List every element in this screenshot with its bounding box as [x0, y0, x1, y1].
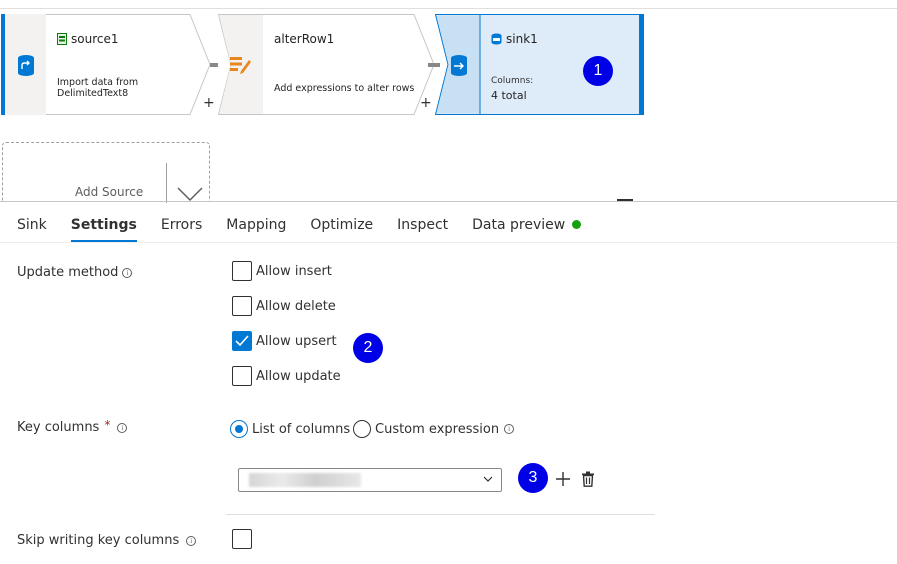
tab-errors[interactable]: Errors [161, 214, 202, 242]
list-of-columns-option[interactable]: List of columns [230, 420, 350, 438]
sink-columns: Columns: 4 total [491, 76, 533, 101]
sink-columns-value: 4 total [491, 89, 527, 102]
sink-icon-wrap [450, 54, 468, 80]
list-of-columns-radio[interactable] [230, 420, 248, 438]
source-title: source1 [57, 32, 118, 46]
alter-row-icon-wrap [230, 54, 252, 78]
key-columns-divider [226, 514, 655, 515]
step-badge-3: 3 [518, 463, 548, 493]
checkmark-icon [235, 335, 249, 347]
skip-writing-key-columns-label: Skip writing key columns i [17, 533, 197, 548]
source-desc-line1: Import data from [57, 77, 139, 88]
sink-node[interactable]: sink1 Columns: 4 total [435, 14, 646, 115]
list-of-columns-label: List of columns [252, 421, 351, 437]
required-marker: * [104, 417, 111, 432]
key-column-value-redacted [249, 473, 361, 487]
step-badge-2: 2 [353, 333, 383, 363]
source-icon-column [5, 14, 46, 115]
source-title-text: source1 [71, 32, 119, 46]
plus-icon [556, 472, 570, 486]
step-badge-1: 1 [583, 56, 613, 86]
source-desc-line2: DelimitedText8 [57, 88, 129, 99]
source-node[interactable]: source1 Import data from DelimitedText8 [1, 14, 211, 115]
info-icon[interactable]: i [122, 267, 133, 278]
chevron-down-icon [483, 476, 493, 482]
custom-expression-label: Custom expression [375, 421, 500, 437]
allow-delete-option[interactable]: Allow delete [232, 296, 336, 316]
alter-row-icon [230, 57, 251, 74]
custom-expression-radio[interactable] [353, 420, 371, 438]
add-transform-after-source[interactable]: + [203, 95, 215, 111]
delete-key-column-button[interactable] [577, 468, 599, 490]
alter-row-node[interactable]: alterRow1 Add expressions to alter rows [218, 14, 435, 115]
sink-title-text: sink1 [506, 32, 538, 46]
allow-delete-checkbox[interactable] [232, 296, 252, 316]
skip-writing-key-columns-text: Skip writing key columns [17, 533, 180, 548]
allow-update-label: Allow update [256, 368, 341, 384]
update-method-text: Update method [17, 265, 119, 280]
custom-expression-option[interactable]: Custom expression i [353, 420, 515, 438]
info-icon[interactable]: i [117, 422, 128, 433]
source-icon [17, 54, 34, 76]
allow-upsert-checkbox[interactable] [232, 331, 252, 351]
source-description: Import data from DelimitedText8 [57, 77, 138, 99]
canvas-top-border [0, 8, 897, 9]
allow-insert-label: Allow insert [256, 263, 332, 279]
tab-settings[interactable]: Settings [70, 214, 137, 242]
add-transform-after-alter[interactable]: + [420, 95, 432, 111]
dataset-icon [57, 33, 67, 45]
tab-mapping[interactable]: Mapping [226, 214, 286, 242]
update-method-label: Update method i [17, 265, 133, 280]
tab-optimize[interactable]: Optimize [310, 214, 373, 242]
sink-title: sink1 [491, 32, 538, 46]
status-dot [572, 220, 582, 229]
add-source-label: Add Source [75, 185, 144, 199]
sink-icon [451, 55, 467, 76]
alter-row-description: Add expressions to alter rows [274, 83, 415, 94]
add-key-column-button[interactable] [552, 468, 574, 490]
allow-update-checkbox[interactable] [232, 366, 252, 386]
allow-update-option[interactable]: Allow update [232, 366, 341, 386]
tab-data-preview[interactable]: Data preview [472, 214, 582, 242]
sink-columns-label: Columns: [491, 76, 534, 86]
settings-tabs: Sink Settings Errors Mapping Optimize In… [0, 214, 605, 242]
skip-writing-key-columns-option[interactable] [232, 529, 256, 549]
delete-icon [582, 471, 594, 487]
allow-upsert-label: Allow upsert [256, 333, 337, 349]
info-icon[interactable]: i [504, 424, 515, 434]
pane-resize-handle[interactable] [617, 199, 633, 201]
tab-sink[interactable]: Sink [17, 214, 47, 242]
key-columns-label: Key columns * i [17, 417, 128, 435]
add-source-box[interactable]: Add Source [2, 142, 210, 203]
allow-insert-option[interactable]: Allow insert [232, 261, 332, 281]
allow-delete-label: Allow delete [256, 298, 336, 314]
sql-icon [491, 33, 502, 45]
tab-data-preview-label: Data preview [472, 217, 566, 233]
tab-inspect[interactable]: Inspect [397, 214, 448, 242]
allow-upsert-option[interactable]: Allow upsert [232, 331, 337, 351]
alter-row-title: alterRow1 [274, 32, 335, 46]
key-column-select[interactable] [238, 468, 502, 492]
allow-insert-checkbox[interactable] [232, 261, 252, 281]
skip-writing-key-columns-checkbox[interactable] [232, 529, 252, 549]
tabs-underline [0, 242, 897, 243]
add-source-separator [166, 163, 167, 203]
info-icon[interactable]: i [186, 535, 197, 546]
key-columns-text: Key columns [17, 420, 100, 435]
pane-divider[interactable] [0, 201, 897, 202]
